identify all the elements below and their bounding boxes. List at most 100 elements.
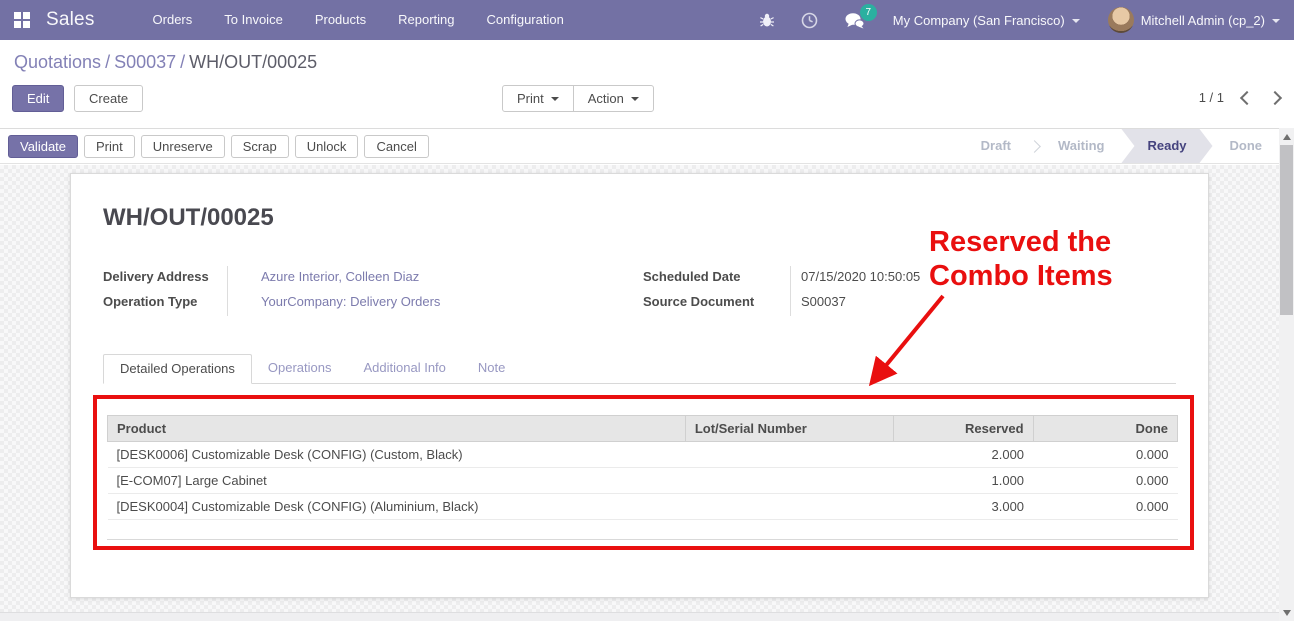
cell-lot [685, 468, 894, 494]
scroll-up-icon[interactable] [1279, 129, 1294, 144]
top-navbar: Sales Orders To Invoice Products Reporti… [0, 0, 1294, 40]
chevron-down-icon [1072, 19, 1080, 23]
bottom-scroll-strip [0, 612, 1279, 621]
print-button[interactable]: Print [84, 135, 135, 158]
control-panel-buttons: Edit Create Print Action 1 / 1 [0, 85, 1294, 115]
cell-reserved: 2.000 [894, 442, 1033, 468]
menu-to-invoice[interactable]: To Invoice [208, 0, 299, 40]
chevron-right-icon [1028, 140, 1041, 153]
menu-reporting[interactable]: Reporting [382, 0, 470, 40]
cancel-button[interactable]: Cancel [364, 135, 428, 158]
field-delivery-address: Delivery Address Azure Interior, Colleen… [103, 266, 643, 291]
table-header-row: Product Lot/Serial Number Reserved Done [108, 416, 1178, 442]
menu-orders[interactable]: Orders [137, 0, 209, 40]
scheduled-date-value: 07/15/2020 10:50:05 [790, 266, 1176, 291]
field-label: Source Document [643, 291, 790, 309]
status-step-draft[interactable]: Draft [964, 129, 1028, 163]
vertical-scrollbar[interactable] [1279, 128, 1294, 621]
breadcrumb-separator: / [176, 52, 189, 72]
systray: 7 My Company (San Francisco) Mitchell Ad… [746, 7, 1294, 33]
cell-lot [685, 494, 894, 520]
cell-product: [DESK0006] Customizable Desk (CONFIG) (C… [108, 442, 686, 468]
edit-button[interactable]: Edit [12, 85, 64, 112]
apps-menu-icon[interactable] [0, 0, 44, 40]
breadcrumb: Quotations/S00037/WH/OUT/00025 [0, 40, 1294, 73]
action-dropdown-label: Action [588, 91, 624, 106]
column-lot-serial[interactable]: Lot/Serial Number [685, 416, 894, 442]
form-view-area: WH/OUT/00025 Delivery Address Azure Inte… [0, 165, 1279, 621]
document-sheet: WH/OUT/00025 Delivery Address Azure Inte… [70, 173, 1209, 598]
unlock-button[interactable]: Unlock [295, 135, 359, 158]
validate-button[interactable]: Validate [8, 135, 78, 158]
messages-chat-icon[interactable]: 7 [831, 12, 879, 29]
control-panel: Quotations/S00037/WH/OUT/00025 Edit Crea… [0, 40, 1294, 128]
table-row[interactable]: [DESK0004] Customizable Desk (CONFIG) (A… [108, 494, 1178, 520]
status-step-ready[interactable]: Ready [1121, 129, 1212, 163]
notebook-tabs: Detailed Operations Operations Additiona… [103, 354, 1176, 384]
breadcrumb-quotations[interactable]: Quotations [14, 52, 101, 72]
form-statusbar: Validate Print Unreserve Scrap Unlock Ca… [0, 128, 1279, 164]
debug-bug-icon[interactable] [746, 12, 788, 28]
column-reserved[interactable]: Reserved [894, 416, 1033, 442]
delivery-address-link[interactable]: Azure Interior, Colleen Diaz [261, 269, 419, 284]
chevron-down-icon [631, 97, 639, 101]
user-menu[interactable]: Mitchell Admin (cp_2) [1094, 7, 1294, 33]
avatar [1108, 7, 1134, 33]
company-name: My Company (San Francisco) [893, 13, 1065, 28]
main-menu-bar: Orders To Invoice Products Reporting Con… [137, 0, 580, 40]
scroll-down-icon[interactable] [1279, 605, 1294, 620]
message-count-badge: 7 [860, 4, 877, 21]
cell-reserved: 1.000 [894, 468, 1033, 494]
field-label: Delivery Address [103, 266, 227, 284]
print-action-group: Print Action [503, 85, 654, 112]
cell-done: 0.000 [1033, 468, 1177, 494]
breadcrumb-current: WH/OUT/00025 [189, 52, 317, 72]
scrap-button[interactable]: Scrap [231, 135, 289, 158]
status-step-waiting[interactable]: Waiting [1041, 129, 1121, 163]
operation-type-link[interactable]: YourCompany: Delivery Orders [261, 294, 440, 309]
tab-detailed-operations[interactable]: Detailed Operations [103, 354, 252, 384]
status-step-done[interactable]: Done [1213, 129, 1280, 163]
user-name: Mitchell Admin (cp_2) [1141, 13, 1265, 28]
pager: 1 / 1 [1199, 90, 1280, 105]
annotation-highlight-box: Product Lot/Serial Number Reserved Done … [93, 395, 1194, 550]
table-row[interactable]: [DESK0006] Customizable Desk (CONFIG) (C… [108, 442, 1178, 468]
document-title: WH/OUT/00025 [103, 204, 1176, 232]
print-dropdown-label: Print [517, 91, 544, 106]
table-empty-space[interactable] [107, 520, 1178, 540]
cell-done: 0.000 [1033, 494, 1177, 520]
cell-product: [DESK0004] Customizable Desk (CONFIG) (A… [108, 494, 686, 520]
cell-product: [E-COM07] Large Cabinet [108, 468, 686, 494]
company-switcher[interactable]: My Company (San Francisco) [879, 13, 1094, 28]
column-product[interactable]: Product [108, 416, 686, 442]
field-label: Operation Type [103, 291, 227, 309]
field-grid: Delivery Address Azure Interior, Colleen… [103, 266, 1176, 316]
tab-note[interactable]: Note [462, 354, 521, 383]
action-dropdown-button[interactable]: Action [573, 85, 654, 112]
activities-clock-icon[interactable] [788, 12, 831, 29]
source-document-value: S00037 [790, 291, 1176, 316]
breadcrumb-s00037[interactable]: S00037 [114, 52, 176, 72]
unreserve-button[interactable]: Unreserve [141, 135, 225, 158]
odoo-app-window: Sales Orders To Invoice Products Reporti… [0, 0, 1294, 621]
field-scheduled-date: Scheduled Date 07/15/2020 10:50:05 [643, 266, 1176, 291]
breadcrumb-separator: / [101, 52, 114, 72]
status-pipeline: Draft Waiting Ready Done [964, 129, 1279, 163]
tab-additional-info[interactable]: Additional Info [348, 354, 462, 383]
field-source-document: Source Document S00037 [643, 291, 1176, 316]
pager-value[interactable]: 1 / 1 [1199, 90, 1224, 105]
app-brand[interactable]: Sales [46, 9, 95, 31]
column-done[interactable]: Done [1033, 416, 1177, 442]
tab-operations[interactable]: Operations [252, 354, 348, 383]
pager-next-icon[interactable] [1268, 90, 1282, 104]
chevron-down-icon [1272, 19, 1280, 23]
create-button[interactable]: Create [74, 85, 143, 112]
table-row[interactable]: [E-COM07] Large Cabinet 1.000 0.000 [108, 468, 1178, 494]
cell-done: 0.000 [1033, 442, 1177, 468]
menu-products[interactable]: Products [299, 0, 382, 40]
menu-configuration[interactable]: Configuration [471, 0, 580, 40]
chevron-down-icon [551, 97, 559, 101]
pager-previous-icon[interactable] [1240, 90, 1254, 104]
print-dropdown-button[interactable]: Print [502, 85, 574, 112]
scrollbar-thumb[interactable] [1280, 145, 1293, 315]
